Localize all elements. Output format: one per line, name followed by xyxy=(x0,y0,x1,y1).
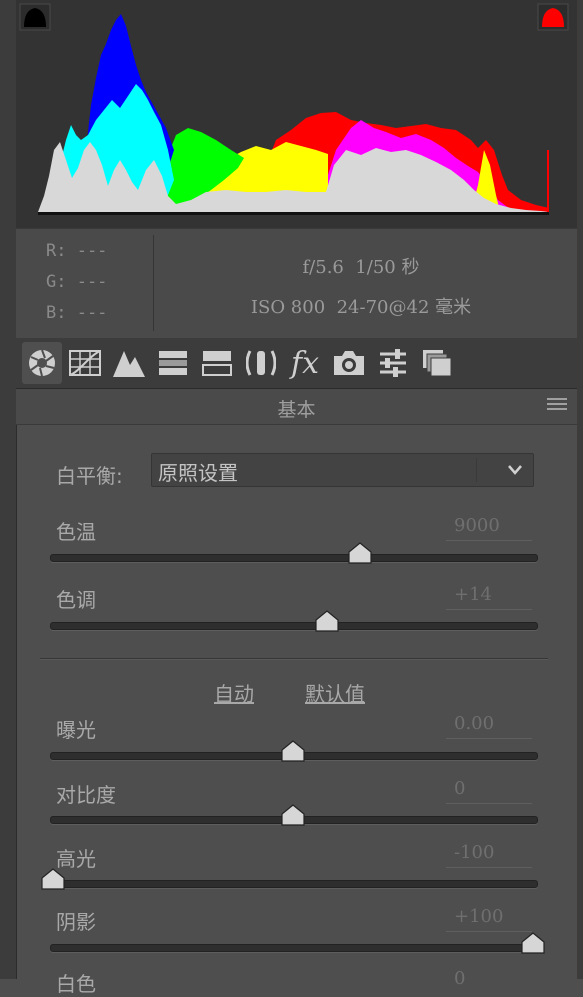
g-readout: G: --- xyxy=(46,272,108,292)
lens-icon xyxy=(246,350,276,376)
mountains-icon xyxy=(113,351,145,377)
chevron-down-icon xyxy=(508,465,522,475)
basic-panel-header: 基本 xyxy=(16,389,577,425)
tab-detail[interactable] xyxy=(109,342,149,384)
section-divider xyxy=(40,658,548,659)
tab-basic[interactable] xyxy=(22,342,62,384)
temp-label: 色温 xyxy=(56,520,96,544)
tab-tone-curve[interactable] xyxy=(65,342,105,384)
whites-value[interactable]: 0 xyxy=(446,968,532,994)
whites-label: 白色 xyxy=(56,972,96,996)
tint-label: 色调 xyxy=(56,588,96,612)
aperture-icon xyxy=(29,349,55,377)
temp-value[interactable]: 9000 xyxy=(446,515,532,541)
bars-icon xyxy=(159,351,187,375)
tab-snapshots[interactable] xyxy=(417,342,457,384)
image-info-panel: R: --- G: --- B: --- f/5.6 1/50 秒 ISO 80… xyxy=(16,228,577,339)
white-balance-select[interactable]: 原照设置 xyxy=(151,453,534,487)
default-link[interactable]: 默认值 xyxy=(305,678,365,707)
tab-lens[interactable] xyxy=(241,342,281,384)
tab-camera-calibration[interactable] xyxy=(329,342,369,384)
highlights-slider-track[interactable] xyxy=(50,880,538,888)
highlights-value[interactable]: -100 xyxy=(446,842,532,868)
exposure-label: 曝光 xyxy=(56,718,96,742)
auto-link[interactable]: 自动 xyxy=(214,678,254,707)
split-icon xyxy=(202,351,232,376)
white-balance-value: 原照设置 xyxy=(158,461,238,485)
grid-curve-icon xyxy=(69,350,101,376)
histogram xyxy=(16,0,577,228)
panel-menu-icon[interactable] xyxy=(547,398,567,414)
panel-left-edge xyxy=(0,0,17,979)
panel-tabs: fx xyxy=(16,338,577,389)
r-readout: R: --- xyxy=(46,241,108,261)
sliders-icon xyxy=(380,349,406,377)
camera-icon xyxy=(334,351,364,375)
panel-right-edge xyxy=(577,0,583,979)
shadows-label: 阴影 xyxy=(56,910,96,934)
b-readout: B: --- xyxy=(46,303,108,323)
aperture-shutter: f/5.6 1/50 秒 xyxy=(302,257,420,278)
select-separator xyxy=(476,458,477,482)
fx-icon: fx xyxy=(290,345,320,381)
temp-slider-track[interactable] xyxy=(50,554,538,562)
exposure-slider-thumb[interactable] xyxy=(281,740,305,762)
tab-presets[interactable] xyxy=(373,342,413,384)
highlights-slider-thumb[interactable] xyxy=(41,868,65,890)
tint-value[interactable]: +14 xyxy=(446,584,532,610)
iso-focal-length: ISO 800 24-70@42 毫米 xyxy=(250,297,472,318)
tab-split-toning[interactable] xyxy=(197,342,237,384)
tab-effects[interactable]: fx xyxy=(285,342,325,384)
white-balance-label: 白平衡: xyxy=(56,464,123,488)
tab-hsl[interactable] xyxy=(153,342,193,384)
shadows-value[interactable]: +100 xyxy=(446,906,532,932)
contrast-label: 对比度 xyxy=(56,783,116,807)
exposure-value[interactable]: 0.00 xyxy=(446,713,532,739)
stack-icon xyxy=(423,350,452,377)
contrast-slider-thumb[interactable] xyxy=(281,804,305,826)
panel-title: 基本 xyxy=(277,399,316,421)
shadows-slider-track[interactable] xyxy=(50,944,538,952)
tint-slider-thumb[interactable] xyxy=(314,610,339,632)
tint-slider-track[interactable] xyxy=(50,622,538,630)
info-divider xyxy=(153,235,154,331)
highlight-clipping-indicator[interactable] xyxy=(537,3,569,31)
shadow-clipping-indicator[interactable] xyxy=(19,3,51,31)
shadows-slider-thumb[interactable] xyxy=(521,932,545,954)
temp-slider-thumb[interactable] xyxy=(348,542,372,564)
contrast-value[interactable]: 0 xyxy=(446,778,532,804)
